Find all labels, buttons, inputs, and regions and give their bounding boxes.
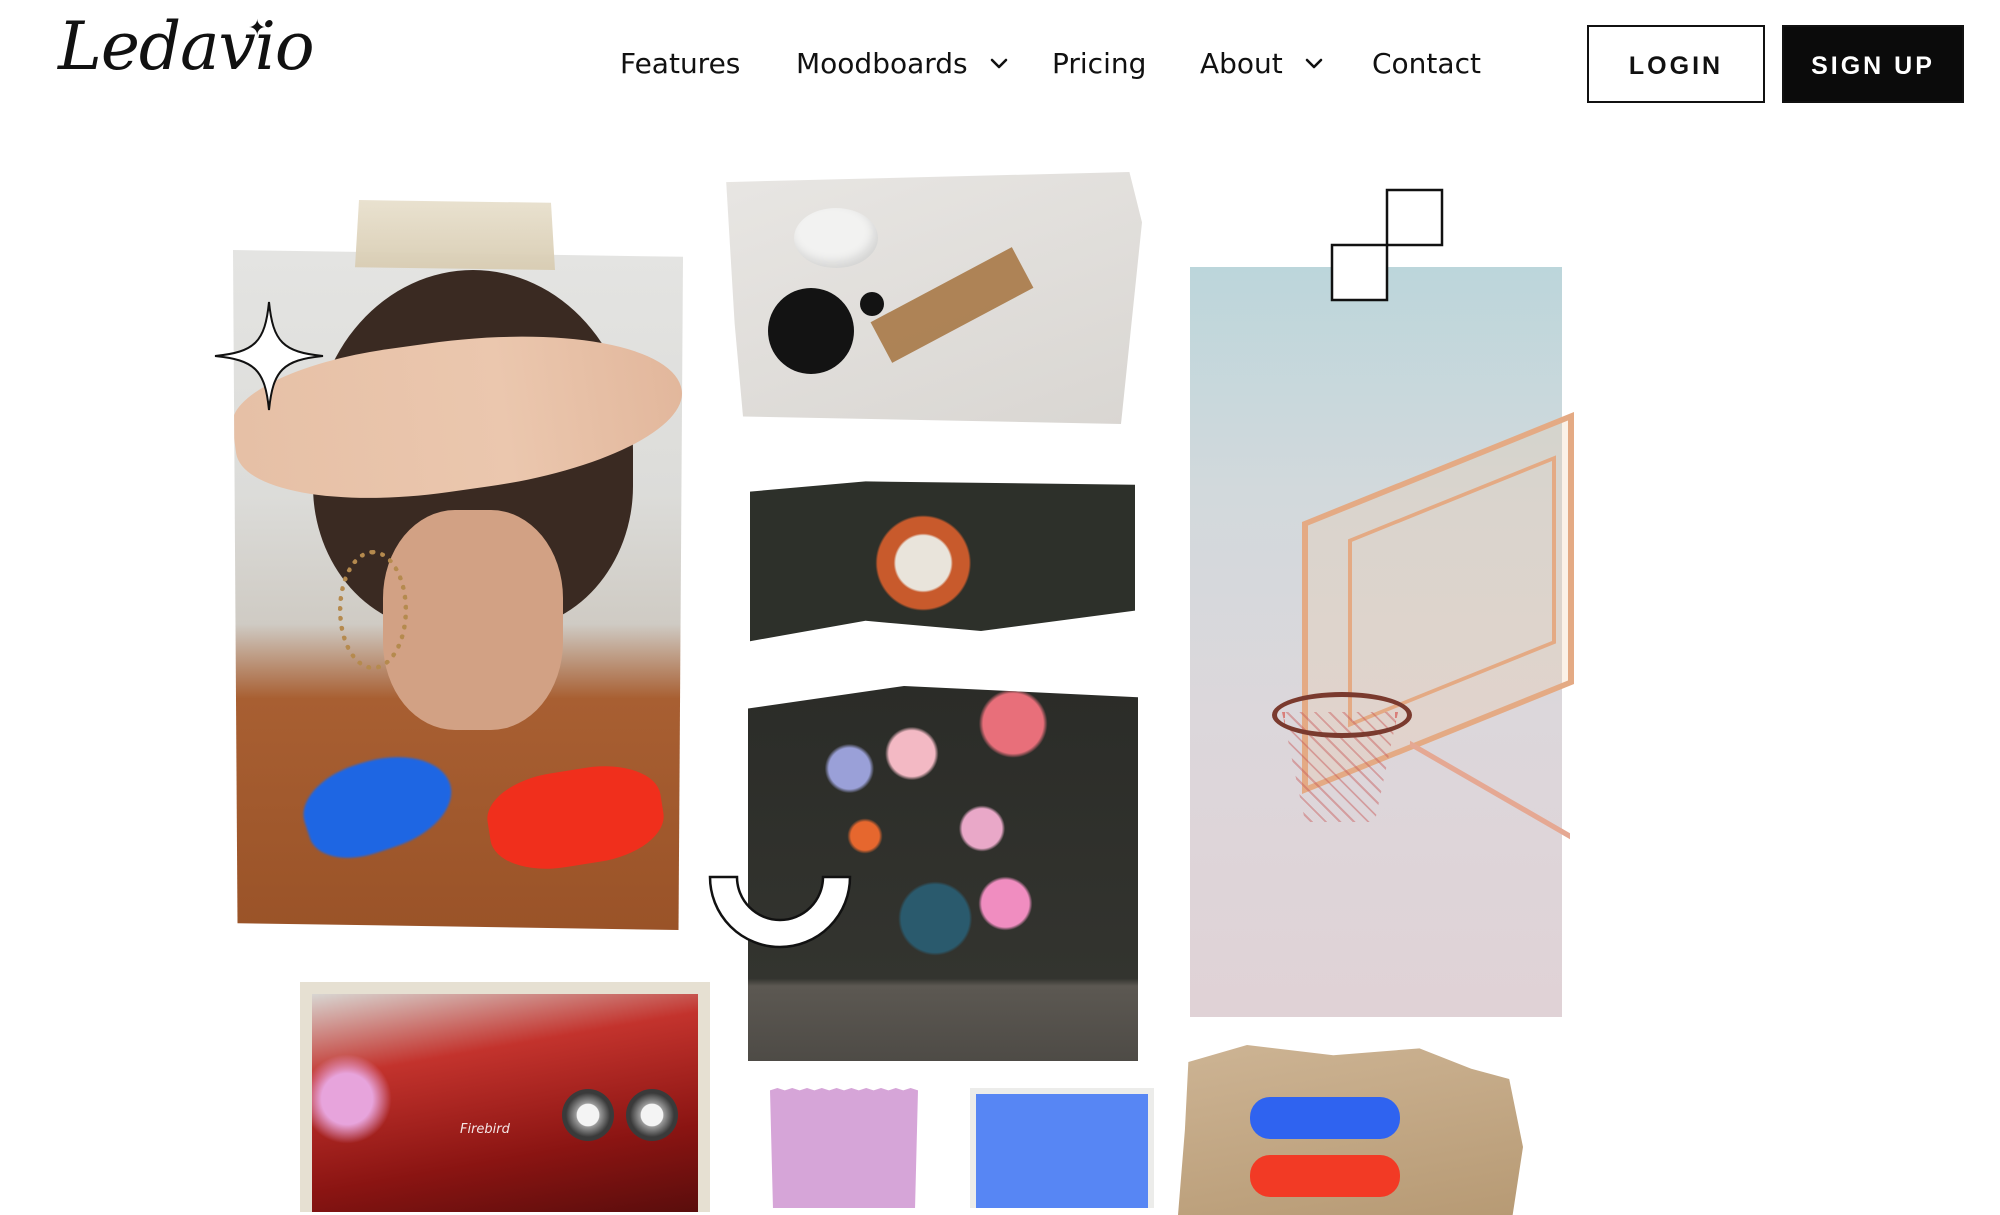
- nav-item-moodboards[interactable]: Moodboards: [796, 44, 1011, 84]
- nav-item-label: Contact: [1372, 47, 1481, 80]
- half-circle-arc-icon: [708, 875, 852, 949]
- nav-item-label: Features: [620, 47, 741, 80]
- red-paint-stroke: [1250, 1155, 1400, 1197]
- nav-item-features[interactable]: Features: [620, 44, 740, 84]
- nav-item-label: Pricing: [1052, 47, 1147, 80]
- blue-swatch-fill: [976, 1094, 1148, 1208]
- car-image: Firebird: [312, 994, 698, 1212]
- red-paint-smear: [481, 756, 670, 879]
- pink-light-glow: [312, 1054, 392, 1144]
- black-paint-drop: [768, 288, 854, 374]
- hoop-rim: [1272, 692, 1412, 738]
- nav-item-label: About: [1200, 47, 1283, 80]
- nav-item-contact[interactable]: Contact: [1372, 44, 1481, 84]
- cardboard-scrap: [1178, 1045, 1523, 1215]
- stacked-squares-icon: [1330, 188, 1444, 302]
- neck-shape: [383, 510, 563, 730]
- nav-item-about[interactable]: About: [1200, 44, 1326, 84]
- rusty-tape-strip: [870, 247, 1034, 363]
- signup-button[interactable]: SIGN UP: [1782, 25, 1964, 103]
- paper-with-paint-drops: [726, 172, 1142, 424]
- blue-paint-scribble: [292, 739, 464, 871]
- masking-tape-strip: [355, 200, 555, 270]
- car-badge: Firebird: [460, 1122, 510, 1137]
- login-button[interactable]: LOGIN: [1587, 25, 1765, 103]
- small-black-drop: [860, 292, 884, 316]
- chevron-down-icon: [1305, 58, 1323, 69]
- blue-swatch: [970, 1088, 1154, 1208]
- nav-item-pricing[interactable]: Pricing: [1052, 44, 1146, 84]
- headlight: [626, 1089, 678, 1141]
- flower-vase-painting: [748, 686, 1138, 1061]
- chevron-down-icon: [990, 58, 1007, 69]
- red-car-photo: Firebird: [300, 982, 710, 1212]
- logo-star-icon: ✦: [248, 16, 266, 41]
- blue-paint-stroke: [1250, 1097, 1400, 1139]
- sparkle-icon: [214, 301, 324, 411]
- torn-flower-painting: [750, 481, 1135, 642]
- pink-swatch: [770, 1088, 918, 1208]
- nav-item-label: Moodboards: [796, 47, 968, 80]
- basketball-hoop-photo: [1190, 267, 1574, 1080]
- hoop-pole: [1410, 740, 1570, 1080]
- grey-paint-drop: [794, 208, 878, 268]
- headlight: [562, 1089, 614, 1141]
- hoop-earring: [338, 550, 408, 670]
